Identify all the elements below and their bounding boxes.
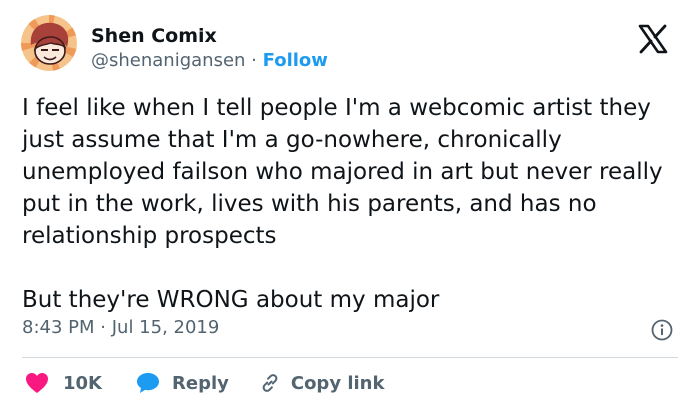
copy-link-button[interactable]: Copy link <box>259 372 385 394</box>
author-name[interactable]: Shen Comix <box>91 25 217 47</box>
tweet-text: I feel like when I tell people I'm a web… <box>22 92 682 316</box>
x-logo-icon[interactable] <box>638 24 668 54</box>
author-handle-row: @shenanigansen · Follow <box>91 50 328 71</box>
reply-label: Reply <box>172 372 229 394</box>
info-icon[interactable] <box>651 319 673 341</box>
like-count: 10K <box>63 372 102 394</box>
avatar[interactable] <box>21 15 77 71</box>
divider <box>22 357 678 358</box>
avatar-image <box>21 15 77 71</box>
like-button[interactable]: 10K <box>25 372 102 394</box>
author-handle[interactable]: @shenanigansen <box>91 50 245 71</box>
follow-button[interactable]: Follow <box>263 50 328 71</box>
handle-separator: · <box>251 50 257 71</box>
tweet-date: Jul 15, 2019 <box>111 317 220 338</box>
action-bar: 10K Reply Copy link <box>22 368 384 398</box>
copy-link-label: Copy link <box>290 372 385 394</box>
link-icon <box>262 374 278 392</box>
reply-bubble-icon <box>137 373 159 393</box>
timestamp-separator: · <box>100 317 106 338</box>
reply-button[interactable]: Reply <box>136 372 229 394</box>
tweet-paragraph: But they're WRONG about my major <box>22 287 440 313</box>
tweet-timestamp[interactable]: 8:43 PM · Jul 15, 2019 <box>22 317 219 338</box>
tweet-paragraph: I feel like when I tell people I'm a web… <box>22 95 663 249</box>
heart-icon <box>26 373 48 393</box>
tweet-card: Shen Comix @shenanigansen · Follow I fee… <box>0 0 700 410</box>
tweet-time: 8:43 PM <box>22 317 95 338</box>
